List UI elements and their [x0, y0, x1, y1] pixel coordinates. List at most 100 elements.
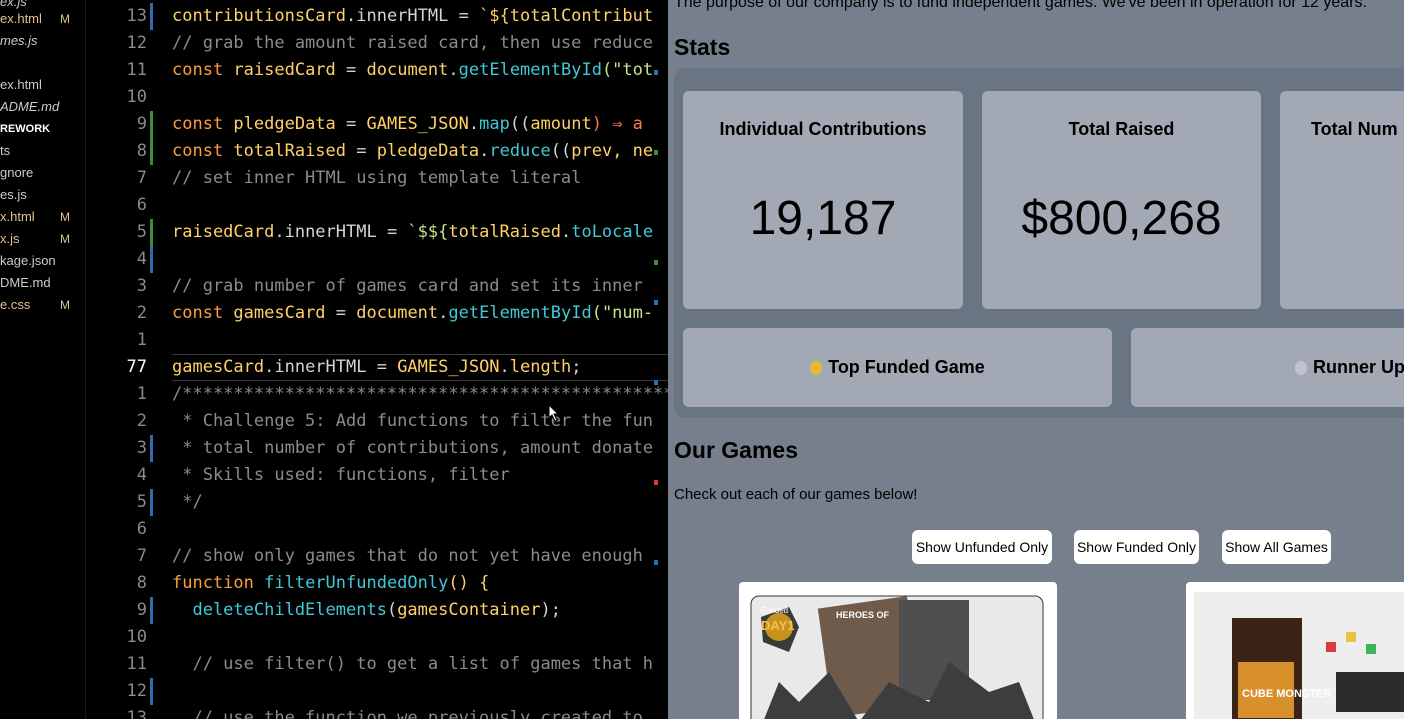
- code-token: const: [172, 114, 234, 134]
- code-token: length: [509, 357, 572, 377]
- code-token: `${totalContribut: [479, 6, 654, 26]
- code-line[interactable]: const raisedCard = document.getElementBy…: [172, 57, 653, 84]
- line-number: 1: [136, 384, 147, 404]
- explorer-file-item[interactable]: x.html M: [0, 206, 85, 228]
- contributions-card: Individual Contributions 19,187: [683, 91, 963, 309]
- box-title: CUBE MONSTER: [1242, 688, 1332, 700]
- card-value: $800,268: [1021, 192, 1222, 245]
- code-token: =: [335, 60, 367, 80]
- top-funded-label: Top Funded Game: [828, 357, 985, 377]
- line-number: 10: [126, 87, 147, 107]
- stats-heading: Stats: [674, 34, 731, 60]
- code-line[interactable]: // use filter() to get a list of games t…: [172, 651, 653, 678]
- code-token: // grab the amount raised card, then use…: [172, 33, 654, 53]
- line-number: 8: [136, 141, 147, 161]
- code-line[interactable]: * total number of contributions, amount …: [172, 435, 653, 462]
- line-number: 7: [136, 546, 147, 566]
- code-token: map: [479, 114, 510, 134]
- explorer-file-item[interactable]: ex.html M: [0, 8, 85, 30]
- code-line[interactable]: gamesCard.innerHTML = GAMES_JSON.length;: [172, 354, 581, 381]
- line-number: 4: [136, 465, 147, 485]
- code-line[interactable]: raisedCard.innerHTML = `$${totalRaised.t…: [172, 219, 653, 246]
- code-token: ;: [571, 357, 582, 377]
- line-number: 5: [136, 492, 147, 512]
- silver-medal-icon: [1295, 361, 1307, 376]
- code-line[interactable]: const pledgeData = GAMES_JSON.map((amoun…: [172, 111, 643, 138]
- code-line[interactable]: // use the function we previously create…: [172, 705, 643, 719]
- code-token: deleteChildElements: [172, 600, 387, 620]
- code-token: */: [172, 492, 203, 512]
- code-line[interactable]: // grab the amount raised card, then use…: [172, 30, 653, 57]
- explorer-file-item[interactable]: kage.json: [0, 250, 85, 272]
- explorer-file-item[interactable]: mes.js: [0, 30, 85, 52]
- mouse-cursor-icon: [548, 404, 560, 422]
- code-token: .innerHTML =: [346, 6, 480, 26]
- code-token: totalRaised: [233, 141, 347, 161]
- file-name: x.js: [0, 231, 20, 246]
- code-token: pledgeData: [376, 141, 480, 161]
- total-raised-card: Total Raised $800,268: [982, 91, 1261, 309]
- code-token: prev, ne: [571, 141, 654, 161]
- line-number: 12: [126, 681, 147, 701]
- code-line[interactable]: const totalRaised = pledgeData.reduce((p…: [172, 138, 653, 165]
- code-line[interactable]: * Challenge 5: Add functions to filter t…: [172, 408, 653, 435]
- code-line[interactable]: const gamesCard = document.getElementByI…: [172, 300, 653, 327]
- code-token: getElementById: [448, 303, 592, 323]
- code-token: gamesCard: [172, 357, 265, 377]
- code-line[interactable]: // set inner HTML using template literal: [172, 165, 581, 192]
- code-line[interactable]: contributionsCard.innerHTML = `${totalCo…: [172, 3, 653, 30]
- explorer-file-item[interactable]: e.css M: [0, 294, 85, 316]
- file-name: kage.json: [0, 253, 56, 268]
- runner-up-label: Runner Up: [1313, 357, 1404, 377]
- show-unfunded-button[interactable]: Show Unfunded Only: [912, 530, 1052, 564]
- line-number: 77: [126, 357, 147, 377]
- about-text: The purpose of our company is to fund in…: [674, 0, 1367, 11]
- code-token: () {: [448, 573, 490, 593]
- git-status-badge: M: [60, 232, 70, 246]
- code-token: const: [172, 141, 234, 161]
- line-number: 9: [136, 600, 147, 620]
- code-line[interactable]: // grab number of games card and set its…: [172, 273, 643, 300]
- explorer-file-item[interactable]: DME.md: [0, 272, 85, 294]
- scrollbar-marker: [654, 150, 658, 155]
- code-token: .: [560, 222, 572, 242]
- game-card: Funded DAY1 HEROES OF: [739, 582, 1057, 719]
- explorer-file-item[interactable]: ts: [0, 140, 85, 162]
- code-token: * total number of contributions, amount …: [172, 438, 654, 458]
- code-token: * Challenge 5: Add functions to filter t…: [172, 411, 654, 431]
- file-name: ex.html: [0, 77, 42, 92]
- code-token: raisedCard: [233, 60, 336, 80]
- code-editor[interactable]: 13 contributionsCard.innerHTML = `${total…: [87, 0, 668, 719]
- explorer-file-item[interactable]: ex.html: [0, 74, 85, 96]
- top-funded-game-card: Top Funded Game: [683, 328, 1112, 407]
- code-token: toLocale: [571, 222, 654, 242]
- line-number: 4: [136, 249, 147, 269]
- line-number: 11: [126, 654, 147, 674]
- games-intro: Check out each of our games below!: [674, 486, 918, 503]
- code-line[interactable]: */: [172, 489, 203, 516]
- code-token: // show only games that do not yet have …: [172, 546, 643, 566]
- line-number: 6: [136, 519, 147, 539]
- num-games-card: Total Num: [1280, 91, 1404, 309]
- code-token: filterUnfundedOnly: [264, 573, 449, 593]
- gold-medal-icon: [810, 361, 823, 376]
- file-name: DME.md: [0, 275, 51, 290]
- code-token: // use the function we previously create…: [172, 708, 643, 719]
- explorer-file-item[interactable]: es.js: [0, 184, 85, 206]
- code-line[interactable]: // show only games that do not yet have …: [172, 543, 643, 570]
- scrollbar-marker: [654, 380, 658, 385]
- code-line[interactable]: /***************************************…: [172, 381, 668, 408]
- code-line[interactable]: deleteChildElements(gamesContainer);: [172, 597, 561, 624]
- line-number: 12: [126, 33, 147, 53]
- explorer-file-item[interactable]: ADME.md: [0, 96, 85, 118]
- show-funded-button[interactable]: Show Funded Only: [1074, 530, 1199, 564]
- explorer-file-item[interactable]: REWORK: [0, 118, 85, 140]
- file-explorer: ex.js ex.html Mmes.js ex.html ADME.md REWORK t…: [0, 0, 86, 719]
- code-token: (: [386, 600, 398, 620]
- file-name: gnore: [0, 165, 34, 180]
- explorer-file-item[interactable]: x.js M: [0, 228, 85, 250]
- show-all-games-button[interactable]: Show All Games: [1222, 530, 1331, 564]
- code-line[interactable]: function filterUnfundedOnly() {: [172, 570, 489, 597]
- explorer-file-item[interactable]: gnore: [0, 162, 85, 184]
- code-line[interactable]: * Skills used: functions, filter: [172, 462, 510, 489]
